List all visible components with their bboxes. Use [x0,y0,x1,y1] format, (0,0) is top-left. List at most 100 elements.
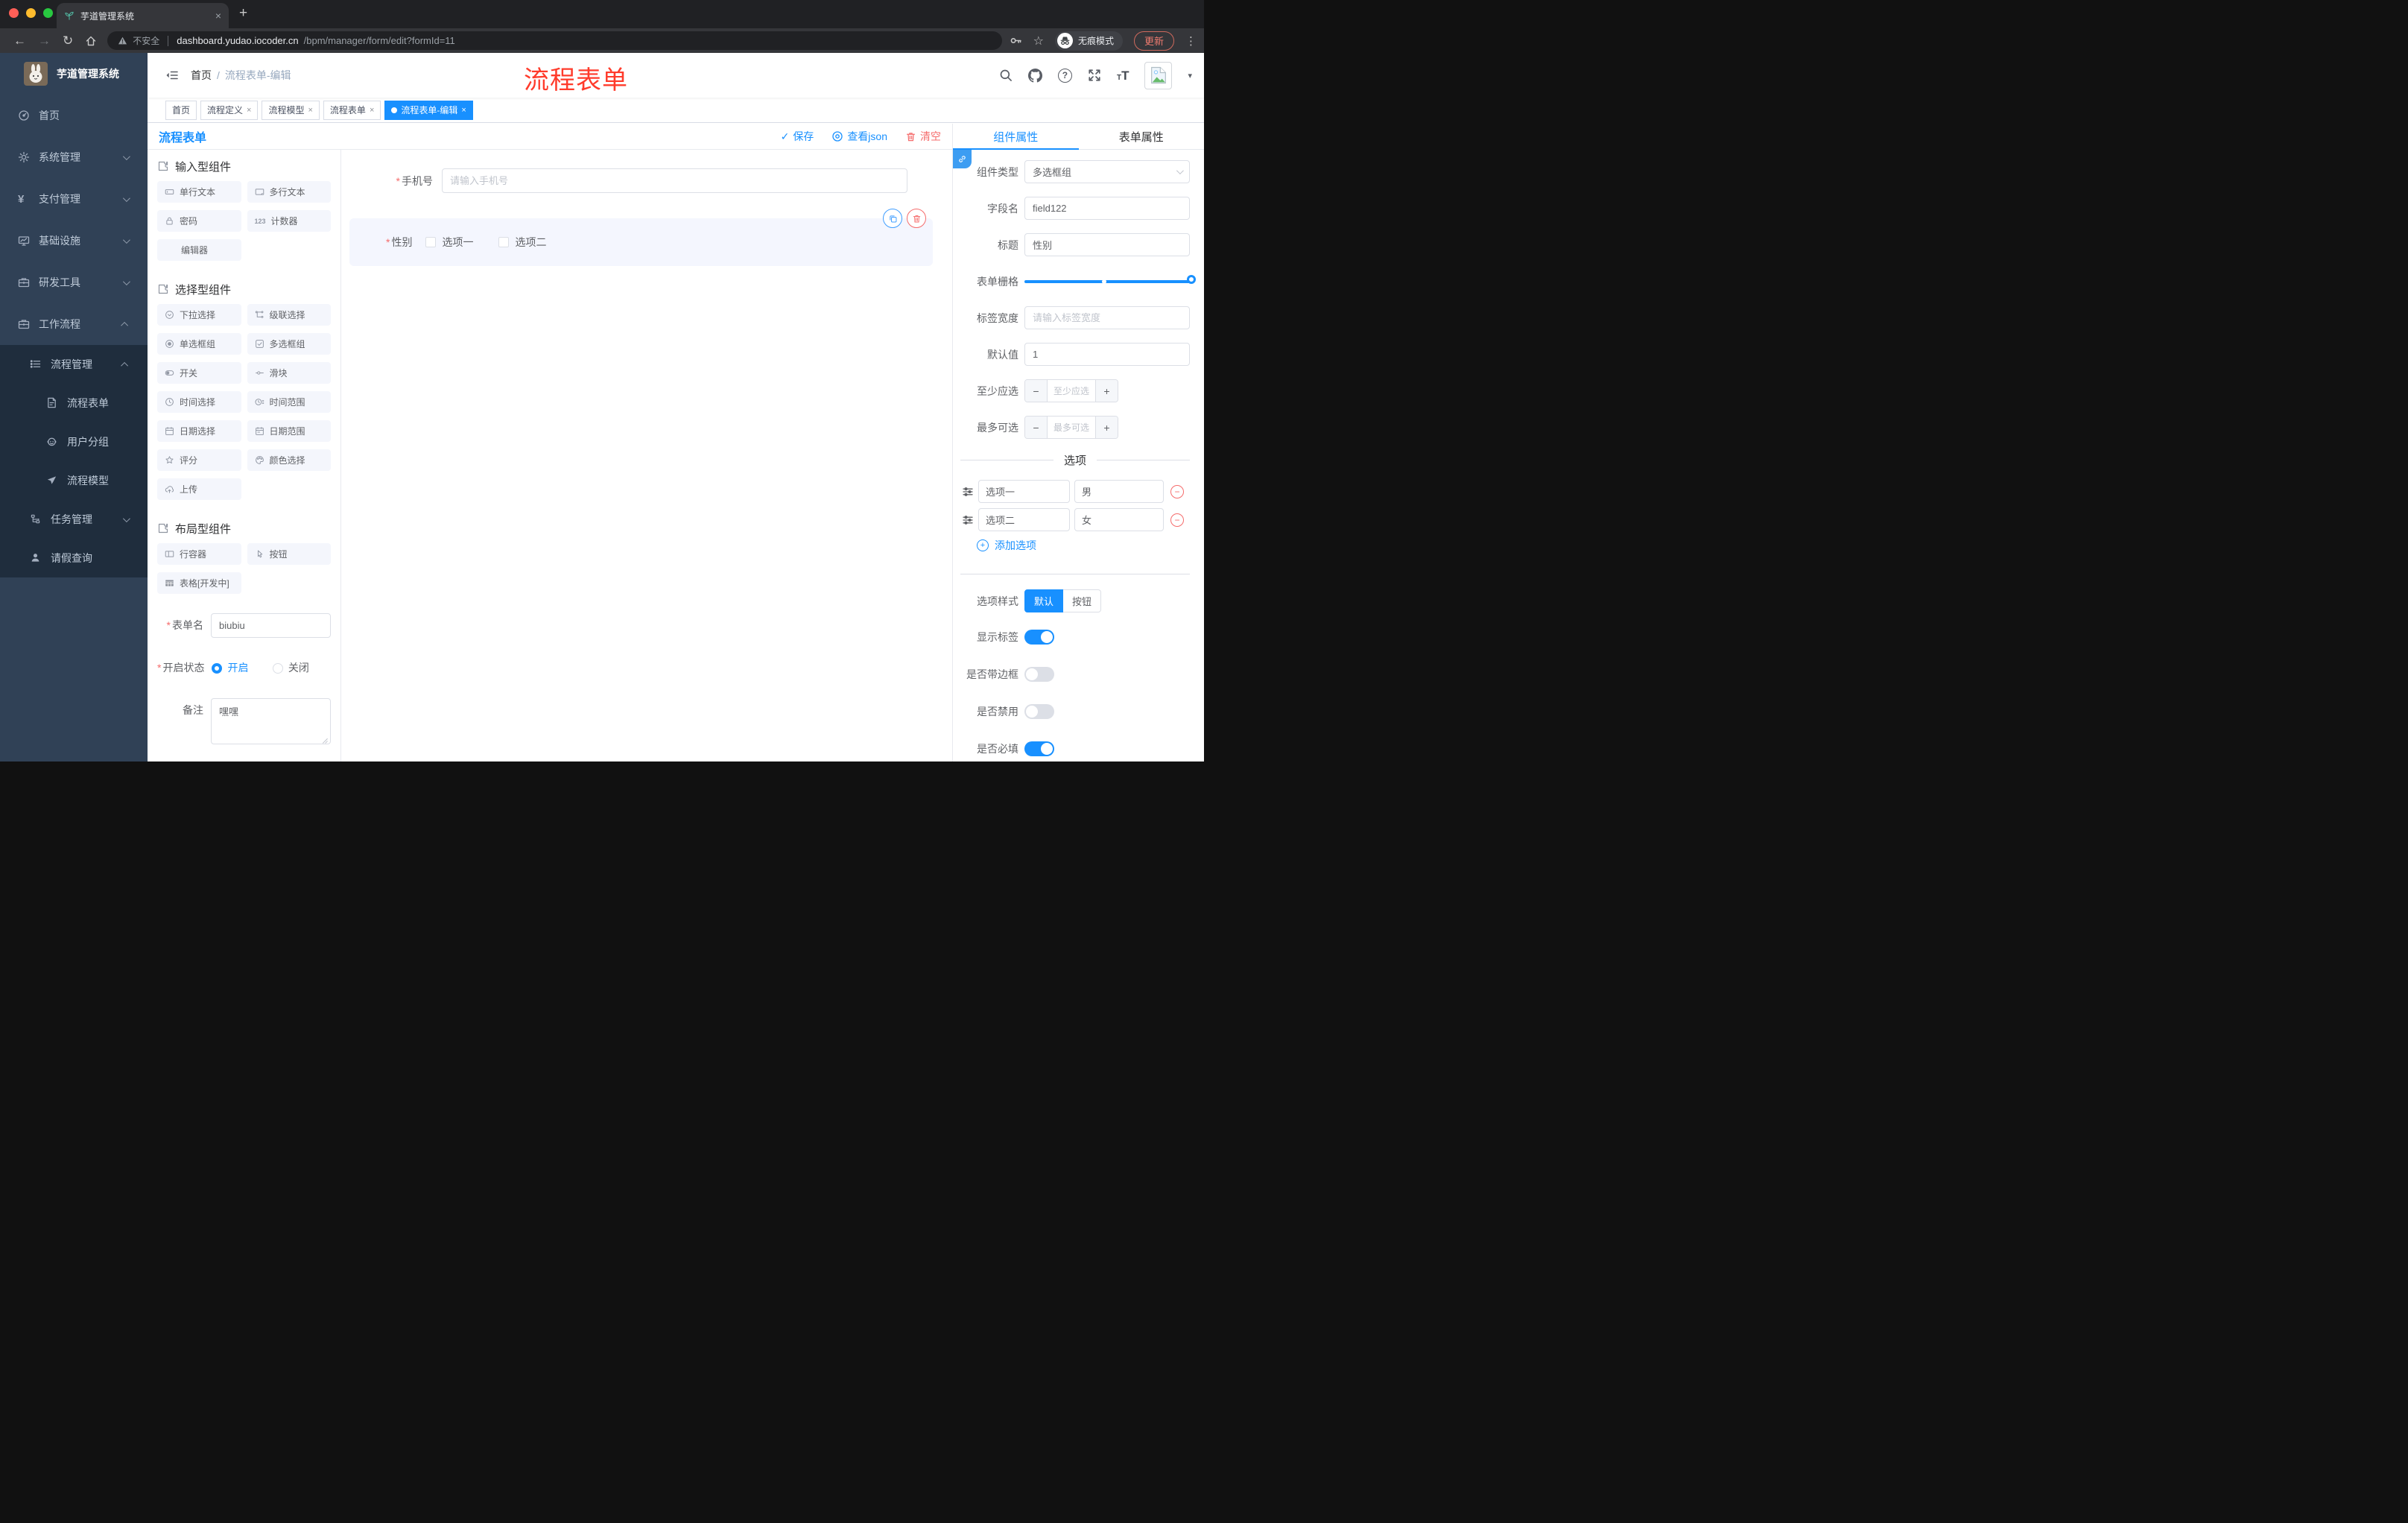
lib-item-counter[interactable]: 123 计数器 [247,210,331,232]
browser-tab[interactable]: 芋道管理系统 × [57,3,229,28]
tab-process-model[interactable]: 流程模型 × [262,100,320,120]
close-icon[interactable]: × [370,106,374,115]
copy-component-button[interactable] [883,209,902,228]
border-toggle[interactable] [1024,667,1054,682]
close-tab-icon[interactable]: × [215,10,221,22]
sidebar-item-system[interactable]: 系统管理 [0,136,148,178]
max-select-input[interactable] [1048,417,1095,438]
phone-field-row[interactable]: * 手机号 [341,168,952,193]
style-default-button[interactable]: 默认 [1024,589,1064,612]
back-icon[interactable]: ← [13,34,26,47]
font-size-icon[interactable]: TT [1117,69,1129,82]
tab-process-definition[interactable]: 流程定义 × [200,100,259,120]
url-bar[interactable]: 不安全 dashboard.yudao.iocoder.cn/bpm/manag… [107,31,1002,50]
form-name-input[interactable] [211,613,331,638]
lib-item-single-text[interactable]: 单行文本 [157,181,241,203]
sidebar-item-task-management[interactable]: 任务管理 [0,500,148,539]
view-json-button[interactable]: 查看json [831,129,887,144]
close-icon[interactable]: × [461,106,466,115]
browser-menu-icon[interactable]: ⋮ [1185,34,1197,48]
tab-process-form[interactable]: 流程表单 × [323,100,381,120]
option-value-input[interactable] [1074,508,1164,531]
hamburger-fold-icon[interactable] [165,69,179,81]
close-window-button[interactable] [9,8,19,18]
sidebar-item-leave-query[interactable]: 请假查询 [0,539,148,577]
slider-handle[interactable] [1187,274,1196,284]
user-avatar-broken-image[interactable] [1144,61,1173,89]
remove-option-button[interactable]: − [1170,513,1184,527]
close-icon[interactable]: × [247,106,251,115]
drag-handle-icon[interactable] [962,514,974,526]
default-value-input[interactable] [1024,343,1190,366]
new-tab-button[interactable]: + [239,6,247,21]
lib-item-button[interactable]: 按钮 [247,543,331,565]
sidebar-item-workflow[interactable]: 工作流程 [0,303,148,345]
checkbox-box[interactable] [498,237,510,247]
gender-option-1[interactable]: 选项一 [425,235,473,250]
phone-input[interactable] [442,168,907,193]
checkbox-box[interactable] [425,237,437,247]
tab-component-props[interactable]: 组件属性 [953,124,1079,149]
reload-icon[interactable]: ↻ [63,34,73,47]
search-icon[interactable] [999,69,1013,82]
home-icon[interactable] [85,35,97,47]
forward-icon[interactable]: → [38,34,51,47]
zoom-window-button[interactable] [43,8,53,18]
lib-item-cascader[interactable]: 级联选择 [247,304,331,326]
caret-down-icon[interactable]: ▾ [1188,71,1192,80]
lib-item-date-range[interactable]: 日期范围 [247,420,331,442]
lib-item-select[interactable]: 下拉选择 [157,304,241,326]
sidebar-item-devtools[interactable]: 研发工具 [0,262,148,303]
increase-button[interactable]: + [1095,417,1118,438]
remark-textarea[interactable]: 嘿嘿 [211,698,331,744]
component-type-select[interactable]: 多选框组 [1024,160,1190,183]
minimize-window-button[interactable] [26,8,36,18]
window-controls[interactable] [9,8,53,18]
decrease-button[interactable]: − [1025,380,1048,402]
field-name-input[interactable] [1024,197,1190,220]
form-canvas[interactable]: *手机号 *性别 选项一 选项二 [341,150,952,762]
sidebar-item-home[interactable]: 首页 [0,95,148,136]
lib-item-time-picker[interactable]: 时间选择 [157,391,241,413]
option-label-input[interactable] [978,508,1070,531]
decrease-button[interactable]: − [1025,417,1048,438]
lib-item-color-picker[interactable]: 颜色选择 [247,449,331,471]
github-icon[interactable] [1027,68,1042,83]
security-label[interactable]: 不安全 [133,34,159,47]
grid-slider[interactable] [1024,274,1196,284]
gender-field-selected[interactable]: * 性别 选项一 选项二 [349,209,933,266]
lib-item-radio-group[interactable]: 单选框组 [157,333,241,355]
lib-item-multi-text[interactable]: 多行文本 [247,181,331,203]
fullscreen-icon[interactable] [1088,69,1101,82]
remove-option-button[interactable]: − [1170,484,1184,498]
option-value-input[interactable] [1074,480,1164,503]
tab-process-form-edit[interactable]: 流程表单-编辑 × [384,100,473,120]
sidebar-item-infrastructure[interactable]: 基础设施 [0,220,148,262]
update-button[interactable]: 更新 [1133,31,1174,51]
password-key-icon[interactable] [1010,34,1022,47]
add-option-button[interactable]: + 添加选项 [960,536,1190,554]
status-radio-off[interactable]: 关闭 [272,656,309,680]
bookmark-star-icon[interactable]: ☆ [1033,34,1044,48]
delete-component-button[interactable] [907,209,926,228]
gender-option-2[interactable]: 选项二 [498,235,546,250]
lib-item-upload[interactable]: 上传 [157,478,241,500]
option-label-input[interactable] [978,480,1070,503]
increase-button[interactable]: + [1095,380,1118,402]
min-select-input[interactable] [1048,380,1095,402]
resize-handle-icon[interactable] [321,737,329,744]
lib-item-date-picker[interactable]: 日期选择 [157,420,241,442]
breadcrumb-home[interactable]: 首页 [191,68,212,83]
help-icon[interactable]: ? [1057,68,1072,83]
clear-button[interactable]: 清空 [905,129,941,144]
link-icon[interactable] [953,150,972,168]
required-toggle[interactable] [1024,741,1054,756]
tab-home[interactable]: 首页 [165,100,197,120]
lib-item-time-range[interactable]: 时间范围 [247,391,331,413]
sidebar-item-process-form[interactable]: 流程表单 [0,384,148,422]
sidebar-item-process-model[interactable]: 流程模型 [0,461,148,500]
style-button-button[interactable]: 按钮 [1063,589,1102,612]
lib-item-table[interactable]: 表格[开发中] [157,572,241,594]
lib-item-switch[interactable]: 开关 [157,362,241,384]
show-label-toggle[interactable] [1024,630,1054,645]
